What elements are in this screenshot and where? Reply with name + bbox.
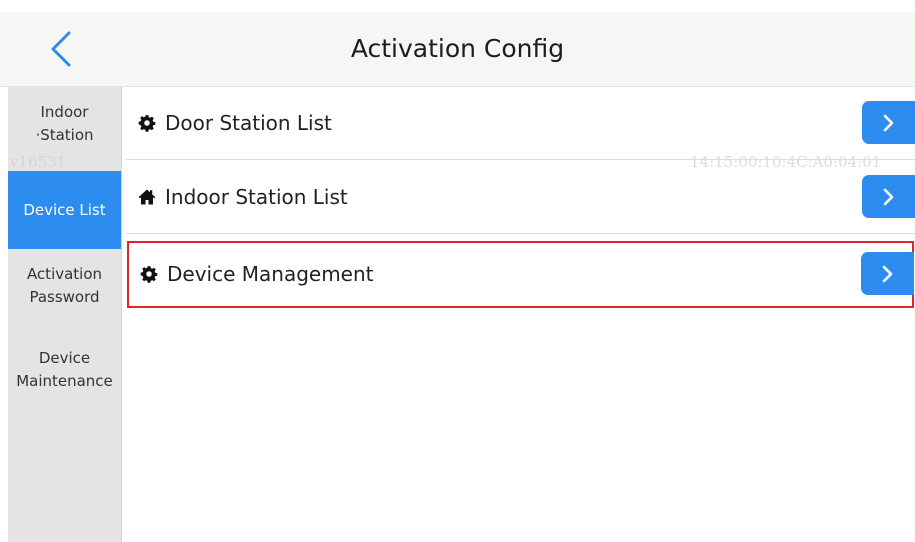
sidebar-item-label: Device [38, 349, 91, 367]
top-band [0, 0, 915, 12]
sidebar: Indoor ·Station Device List Activation P… [8, 87, 122, 542]
sidebar-item-device-maintenance[interactable]: Device Maintenance [8, 333, 121, 407]
sidebar-item-label: Device List [23, 200, 106, 219]
sidebar-item-label: Password [29, 288, 100, 306]
device-list-panel: Door Station List Indoor Station List De… [122, 87, 915, 542]
sidebar-item-device-list[interactable]: Device List [8, 171, 121, 249]
row-device-management[interactable]: Device Management [127, 241, 914, 308]
sidebar-item-label: ·Station [35, 126, 94, 144]
sidebar-item-activation-password[interactable]: Activation Password [8, 249, 121, 323]
chevron-right-icon [882, 265, 892, 282]
row-label: Indoor Station List [165, 185, 348, 209]
open-door-station-list-button[interactable] [862, 101, 915, 144]
chevron-right-icon [883, 188, 893, 205]
sidebar-item-label: Maintenance [16, 372, 113, 390]
chevron-left-icon [51, 31, 71, 67]
gear-icon [140, 266, 158, 283]
row-door-station-list[interactable]: Door Station List [126, 87, 915, 160]
open-device-management-button[interactable] [861, 252, 914, 295]
back-button[interactable] [38, 26, 84, 72]
page-title: Activation Config [350, 34, 565, 63]
row-label: Device Management [167, 262, 374, 286]
open-indoor-station-list-button[interactable] [862, 175, 915, 218]
sidebar-item-label: Indoor [40, 103, 89, 121]
row-indoor-station-list[interactable]: Indoor Station List [126, 161, 915, 234]
chevron-right-icon [883, 114, 893, 131]
gear-icon [138, 115, 156, 132]
home-icon [138, 189, 156, 205]
sidebar-item-indoor-station[interactable]: Indoor ·Station [8, 87, 121, 161]
row-label: Door Station List [165, 111, 332, 135]
sidebar-item-label: Activation [26, 265, 103, 283]
header-bar: Activation Config [0, 12, 915, 87]
